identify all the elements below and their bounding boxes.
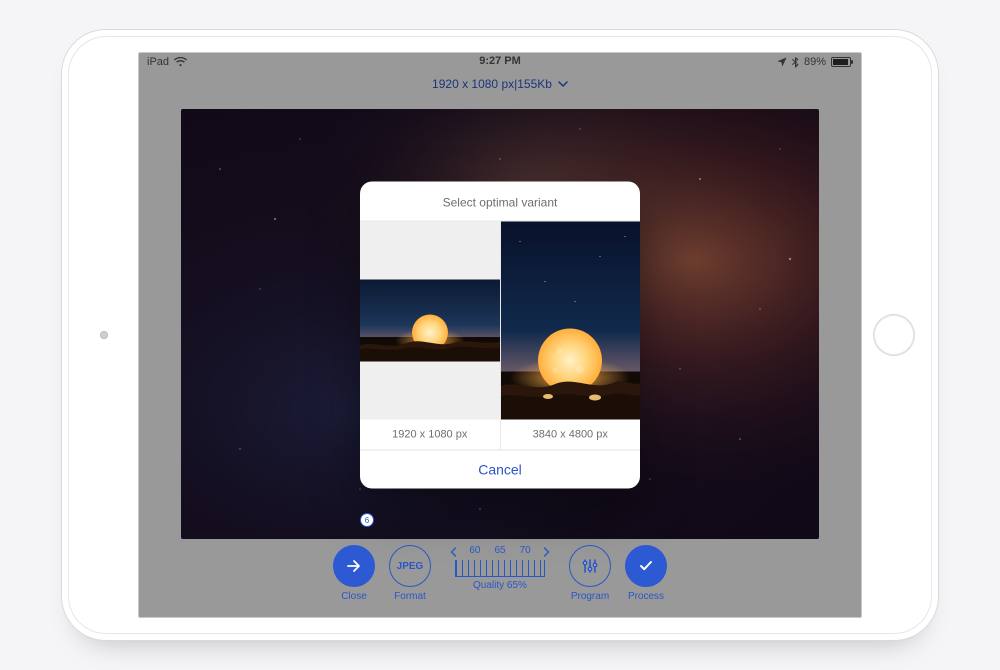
variant-list: 1920 x 1080 px (360, 220, 640, 450)
front-camera (100, 331, 108, 339)
screen: iPad 9:27 PM 89% (138, 52, 862, 618)
process-button[interactable]: Process (625, 545, 667, 602)
arrow-right-icon (333, 545, 375, 587)
tool-label: Process (628, 591, 664, 602)
home-button[interactable] (874, 315, 914, 355)
chevron-left-icon (450, 547, 458, 557)
program-button[interactable]: Program (569, 545, 611, 602)
close-button[interactable]: 6 Close (333, 545, 375, 602)
ipad-frame: iPad 9:27 PM 89% (62, 30, 938, 640)
format-pill: JPEG (389, 545, 431, 587)
tool-label: Format (394, 591, 426, 602)
variant-modal: Select optimal variant (360, 182, 640, 489)
chevron-right-icon (543, 547, 551, 557)
quality-slider[interactable]: 60 65 70 Quality 65% (445, 545, 555, 591)
cancel-button[interactable]: Cancel (360, 450, 640, 489)
format-value: JPEG (397, 561, 424, 572)
variant-thumbnail (360, 222, 500, 420)
variant-option[interactable]: 1920 x 1080 px (360, 221, 501, 450)
quality-tick: 70 (520, 545, 531, 556)
close-badge: 6 (360, 513, 374, 527)
tool-label: Close (341, 591, 367, 602)
variant-option[interactable]: 3840 x 4800 px (501, 221, 641, 450)
quality-tick: 60 (469, 545, 480, 556)
thumbnail-art (501, 222, 641, 420)
toolbar: 6 Close JPEG Format 6 (139, 545, 861, 611)
variant-thumbnail (501, 222, 641, 420)
format-button[interactable]: JPEG Format (389, 545, 431, 602)
modal-title: Select optimal variant (360, 182, 640, 220)
check-icon (625, 545, 667, 587)
sliders-icon (569, 545, 611, 587)
variant-label: 1920 x 1080 px (360, 420, 500, 450)
tool-label: Program (571, 591, 609, 602)
variant-label: 3840 x 4800 px (501, 420, 641, 450)
quality-ruler (455, 560, 545, 577)
quality-tick: 65 (494, 545, 505, 556)
thumbnail-art (360, 280, 500, 362)
tool-label: Quality 65% (473, 580, 527, 591)
